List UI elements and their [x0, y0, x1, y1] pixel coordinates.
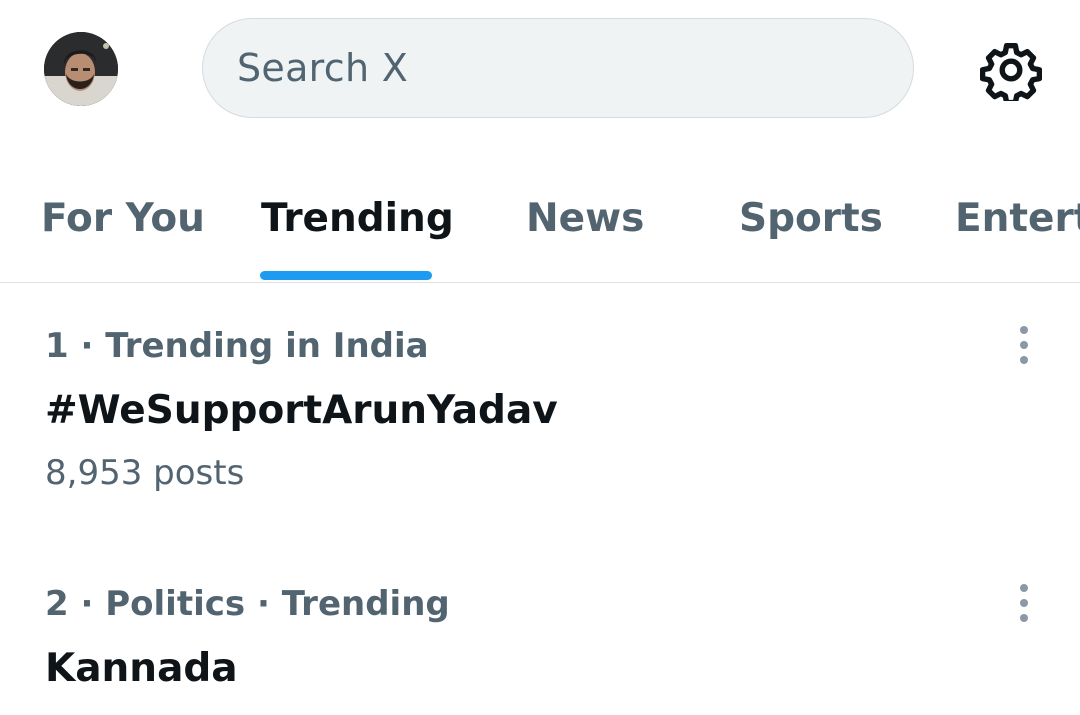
active-tab-indicator [260, 271, 432, 280]
explore-screen: Search X For You Trending News Sports En… [0, 0, 1080, 715]
explore-tabs: For You Trending News Sports Entert [0, 160, 1080, 282]
settings-button[interactable] [979, 38, 1043, 102]
trend-more-button[interactable] [1004, 576, 1044, 630]
search-input[interactable]: Search X [202, 18, 914, 118]
tabs-divider [0, 282, 1080, 283]
more-vertical-icon [1020, 326, 1028, 364]
trend-context: 1 · Trending in India [45, 326, 429, 366]
tab-entertainment[interactable]: Entert [955, 196, 1080, 241]
more-vertical-icon [1020, 584, 1028, 622]
gear-icon [980, 43, 1042, 101]
tab-news[interactable]: News [526, 196, 644, 241]
trend-title: #WeSupportArunYadav [45, 388, 558, 433]
search-placeholder: Search X [237, 46, 409, 90]
top-bar: Search X [0, 0, 1080, 140]
tab-for-you[interactable]: For You [41, 196, 205, 241]
tab-trending[interactable]: Trending [261, 196, 454, 241]
profile-avatar[interactable] [44, 32, 118, 106]
trend-more-button[interactable] [1004, 318, 1044, 372]
trend-item[interactable]: 1 · Trending in India #WeSupportArunYada… [0, 326, 1080, 516]
tab-sports[interactable]: Sports [739, 196, 883, 241]
trend-item[interactable]: 2 · Politics · Trending Kannada [0, 584, 1080, 715]
trend-post-count: 8,953 posts [45, 453, 245, 493]
trend-context: 2 · Politics · Trending [45, 584, 450, 624]
trend-title: Kannada [45, 646, 238, 691]
avatar-photo [44, 32, 118, 106]
